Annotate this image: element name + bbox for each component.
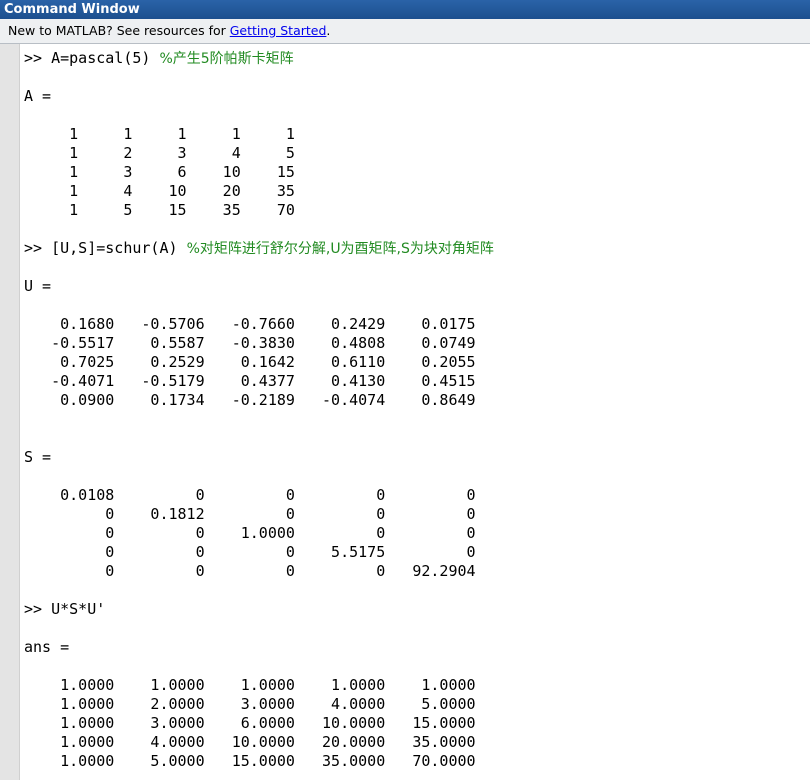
info-bar: New to MATLAB? See resources for Getting… xyxy=(0,19,810,44)
output-line: 0 0 1.0000 0 0 xyxy=(24,524,476,542)
command-comment: %对矩阵进行舒尔分解,U为酉矩阵,S为块对角矩阵 xyxy=(186,241,494,257)
output-line: ans = xyxy=(24,638,70,656)
output-line: 1 5 15 35 70 xyxy=(24,201,295,219)
command-line: >> A=pascal(5) %产生5阶帕斯卡矩阵 xyxy=(24,49,810,68)
output-line: 1.0000 3.0000 6.0000 10.0000 15.0000 xyxy=(24,714,476,732)
output-line: 1.0000 2.0000 3.0000 4.0000 5.0000 xyxy=(24,695,476,713)
command-line: >> U*S*U' xyxy=(24,600,810,619)
output-line: 0 0.1812 0 0 0 xyxy=(24,505,476,523)
command-code: >> [U,S]=schur(A) xyxy=(24,239,187,257)
command-window[interactable]: >> A=pascal(5) %产生5阶帕斯卡矩阵 A = 1 1 1 1 1 1… xyxy=(0,44,810,780)
command-line: >> [U,S]=schur(A) %对矩阵进行舒尔分解,U为酉矩阵,S为块对角… xyxy=(24,239,810,258)
output-line: 0.0900 0.1734 -0.2189 -0.4074 0.8649 xyxy=(24,391,476,409)
info-text: New to MATLAB? See resources for xyxy=(8,23,230,38)
output-line: 0.0108 0 0 0 0 xyxy=(24,486,476,504)
output-line: 0 0 0 0 92.2904 xyxy=(24,562,476,580)
output-line: 0.7025 0.2529 0.1642 0.6110 0.2055 xyxy=(24,353,476,371)
output-line: 1.0000 5.0000 15.0000 35.0000 70.0000 xyxy=(24,752,476,770)
output-line: 1 3 6 10 15 xyxy=(24,163,295,181)
output-line: -0.4071 -0.5179 0.4377 0.4130 0.4515 xyxy=(24,372,476,390)
getting-started-link[interactable]: Getting Started xyxy=(230,23,327,38)
output-line: 0 0 0 5.5175 0 xyxy=(24,543,476,561)
info-suffix: . xyxy=(326,23,331,38)
output-line: 1.0000 1.0000 1.0000 1.0000 1.0000 xyxy=(24,676,476,694)
command-code: >> A=pascal(5) xyxy=(24,49,160,67)
output-line: 1 1 1 1 1 xyxy=(24,125,295,143)
output-line: A = xyxy=(24,87,52,105)
output-line: 1.0000 4.0000 10.0000 20.0000 35.0000 xyxy=(24,733,476,751)
command-code: >> U*S*U' xyxy=(24,600,106,618)
output-line: S = xyxy=(24,448,52,466)
output-line: U = xyxy=(24,277,52,295)
output-line: -0.5517 0.5587 -0.3830 0.4808 0.0749 xyxy=(24,334,476,352)
command-comment: %产生5阶帕斯卡矩阵 xyxy=(159,51,294,67)
output-line: 1 2 3 4 5 xyxy=(24,144,295,162)
window-title: Command Window xyxy=(0,0,810,19)
output-line: 1 4 10 20 35 xyxy=(24,182,295,200)
console-output[interactable]: >> A=pascal(5) %产生5阶帕斯卡矩阵 A = 1 1 1 1 1 1… xyxy=(24,44,810,780)
left-gutter xyxy=(0,44,20,780)
output-line: 0.1680 -0.5706 -0.7660 0.2429 0.0175 xyxy=(24,315,476,333)
